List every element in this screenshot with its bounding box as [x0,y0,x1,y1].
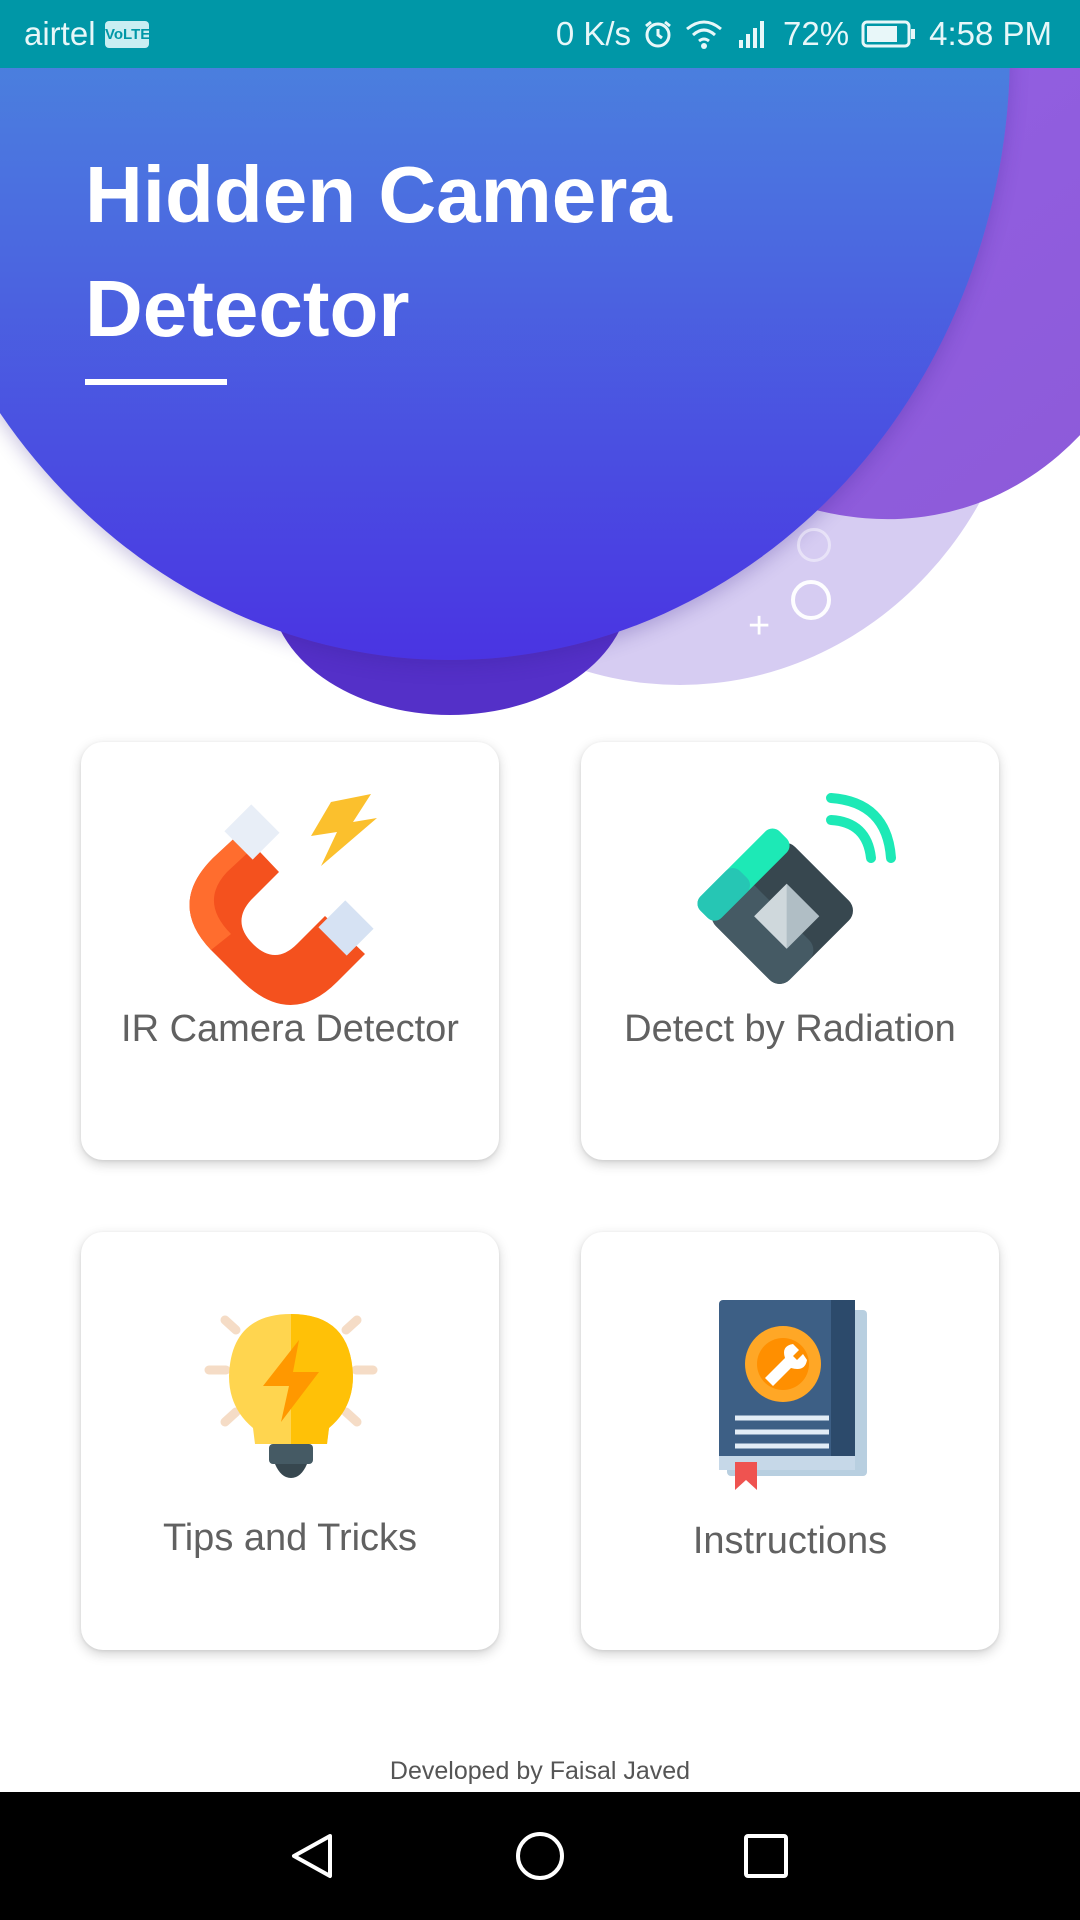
remote-signal-icon [681,792,899,1010]
card-label: Tips and Tricks [162,1517,418,1559]
card-label: IR Camera Detector [121,1008,459,1050]
volte-badge: VoLTE [105,21,150,48]
title-underline [85,379,227,385]
detect-by-radiation-card[interactable]: Detect by Radiation [581,742,999,1160]
home-icon[interactable] [506,1822,574,1890]
clock: 4:58 PM [929,15,1052,52]
developer-credit: Developed by Faisal Javed [389,1757,691,1785]
network-speed: 0 K/s [555,15,632,52]
ir-camera-detector-card[interactable]: IR Camera Detector [81,742,499,1160]
decor-circle-faint [797,528,831,562]
tips-and-tricks-card[interactable]: Tips and Tricks [81,1232,499,1650]
wifi-icon [685,18,723,50]
status-indicators: 0 K/s 72% 4:58 PM [556,15,1052,53]
battery-icon [861,19,917,49]
battery-percent: 72% [783,15,850,52]
card-label: Detect by Radiation [624,1008,956,1050]
header-background: + [0,0,1080,740]
magnet-icon [181,792,399,1010]
card-label: Instructions [692,1520,888,1562]
page-title: Hidden Camera Detector [85,150,672,353]
back-icon[interactable] [280,1822,348,1890]
decor-circle [791,580,831,620]
signal-icon [735,18,771,50]
instructions-card[interactable]: Instructions [581,1232,999,1650]
decor-plus: + [748,605,771,647]
alarm-icon [643,19,673,49]
recent-apps-icon[interactable] [732,1822,800,1890]
navigation-bar [0,1792,1080,1920]
status-bar: airtel VoLTE 0 K/s 72% 4:58 PM [0,0,1080,68]
manual-book-icon [681,1282,899,1500]
carrier-name: airtel [24,15,96,52]
lightbulb-icon [181,1282,399,1500]
